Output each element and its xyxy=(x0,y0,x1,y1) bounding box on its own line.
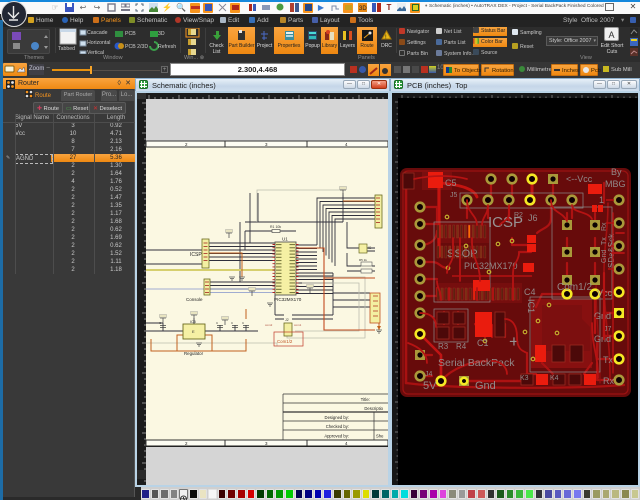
svg-text:J6: J6 xyxy=(528,213,538,223)
svg-text:R5 1k: R5 1k xyxy=(359,258,367,262)
svg-text:Gnd: Gnd xyxy=(601,250,608,263)
svg-text:Console: Console xyxy=(186,297,203,302)
svg-text:She: She xyxy=(376,434,384,439)
svg-text:com1: com1 xyxy=(294,323,302,327)
svg-text:PIC32MX170: PIC32MX170 xyxy=(464,261,518,271)
svg-text:Tx: Tx xyxy=(603,355,613,365)
svg-text:3D: 3D xyxy=(359,6,367,12)
svg-text:J5: J5 xyxy=(450,192,458,199)
svg-text:Gnd: Gnd xyxy=(475,380,496,392)
svg-text:Gnd: Gnd xyxy=(594,334,611,344)
svg-text:Tx: Tx xyxy=(601,237,608,245)
svg-text:Designed by:: Designed by: xyxy=(325,415,349,420)
svg-text:MBG: MBG xyxy=(605,179,626,189)
svg-text:PIC32MX170: PIC32MX170 xyxy=(274,297,302,302)
svg-text:IC1: IC1 xyxy=(526,299,536,313)
svg-text:J7: J7 xyxy=(604,326,612,333)
svg-text:C5: C5 xyxy=(445,178,457,188)
svg-text:Serial BackPack: Serial BackPack xyxy=(438,357,515,369)
svg-text:J4: J4 xyxy=(425,371,433,378)
svg-text:By: By xyxy=(611,167,622,177)
svg-text:C1: C1 xyxy=(477,338,489,348)
svg-text:E: E xyxy=(192,329,195,334)
svg-text:Descriptio: Descriptio xyxy=(364,406,383,411)
svg-text:Regulator: Regulator xyxy=(184,351,204,356)
svg-text:5V: 5V xyxy=(423,380,437,392)
svg-text:C4: C4 xyxy=(524,287,536,297)
svg-text:com2: com2 xyxy=(265,323,273,327)
svg-text:Gnd: Gnd xyxy=(594,311,611,321)
svg-text:K4: K4 xyxy=(550,375,559,382)
svg-text:<--Vcc: <--Vcc xyxy=(566,174,593,184)
svg-text:U1: U1 xyxy=(282,237,288,242)
svg-text:R3: R3 xyxy=(438,342,449,351)
svg-text:R1 10k: R1 10k xyxy=(270,225,281,229)
svg-text:Checked by:: Checked by: xyxy=(326,424,349,429)
svg-text:IC5: IC5 xyxy=(190,320,196,324)
svg-text:ICSP: ICSP xyxy=(190,252,202,258)
svg-text:Com1/2: Com1/2 xyxy=(557,282,592,293)
svg-text:Approved by:: Approved by: xyxy=(324,434,349,439)
svg-text:SDa&Sck: SDa&Sck xyxy=(607,233,616,268)
svg-text:Title:: Title: xyxy=(361,397,370,402)
svg-text:K3: K3 xyxy=(520,375,529,382)
svg-text:Com1/2: Com1/2 xyxy=(277,339,293,344)
svg-text:Rx: Rx xyxy=(603,376,614,386)
svg-text:R2: R2 xyxy=(514,212,523,219)
svg-text:1: 1 xyxy=(599,195,604,205)
svg-text:Rx: Rx xyxy=(601,222,608,231)
svg-text:R4: R4 xyxy=(456,342,467,351)
svg-text:J2: J2 xyxy=(285,318,289,322)
